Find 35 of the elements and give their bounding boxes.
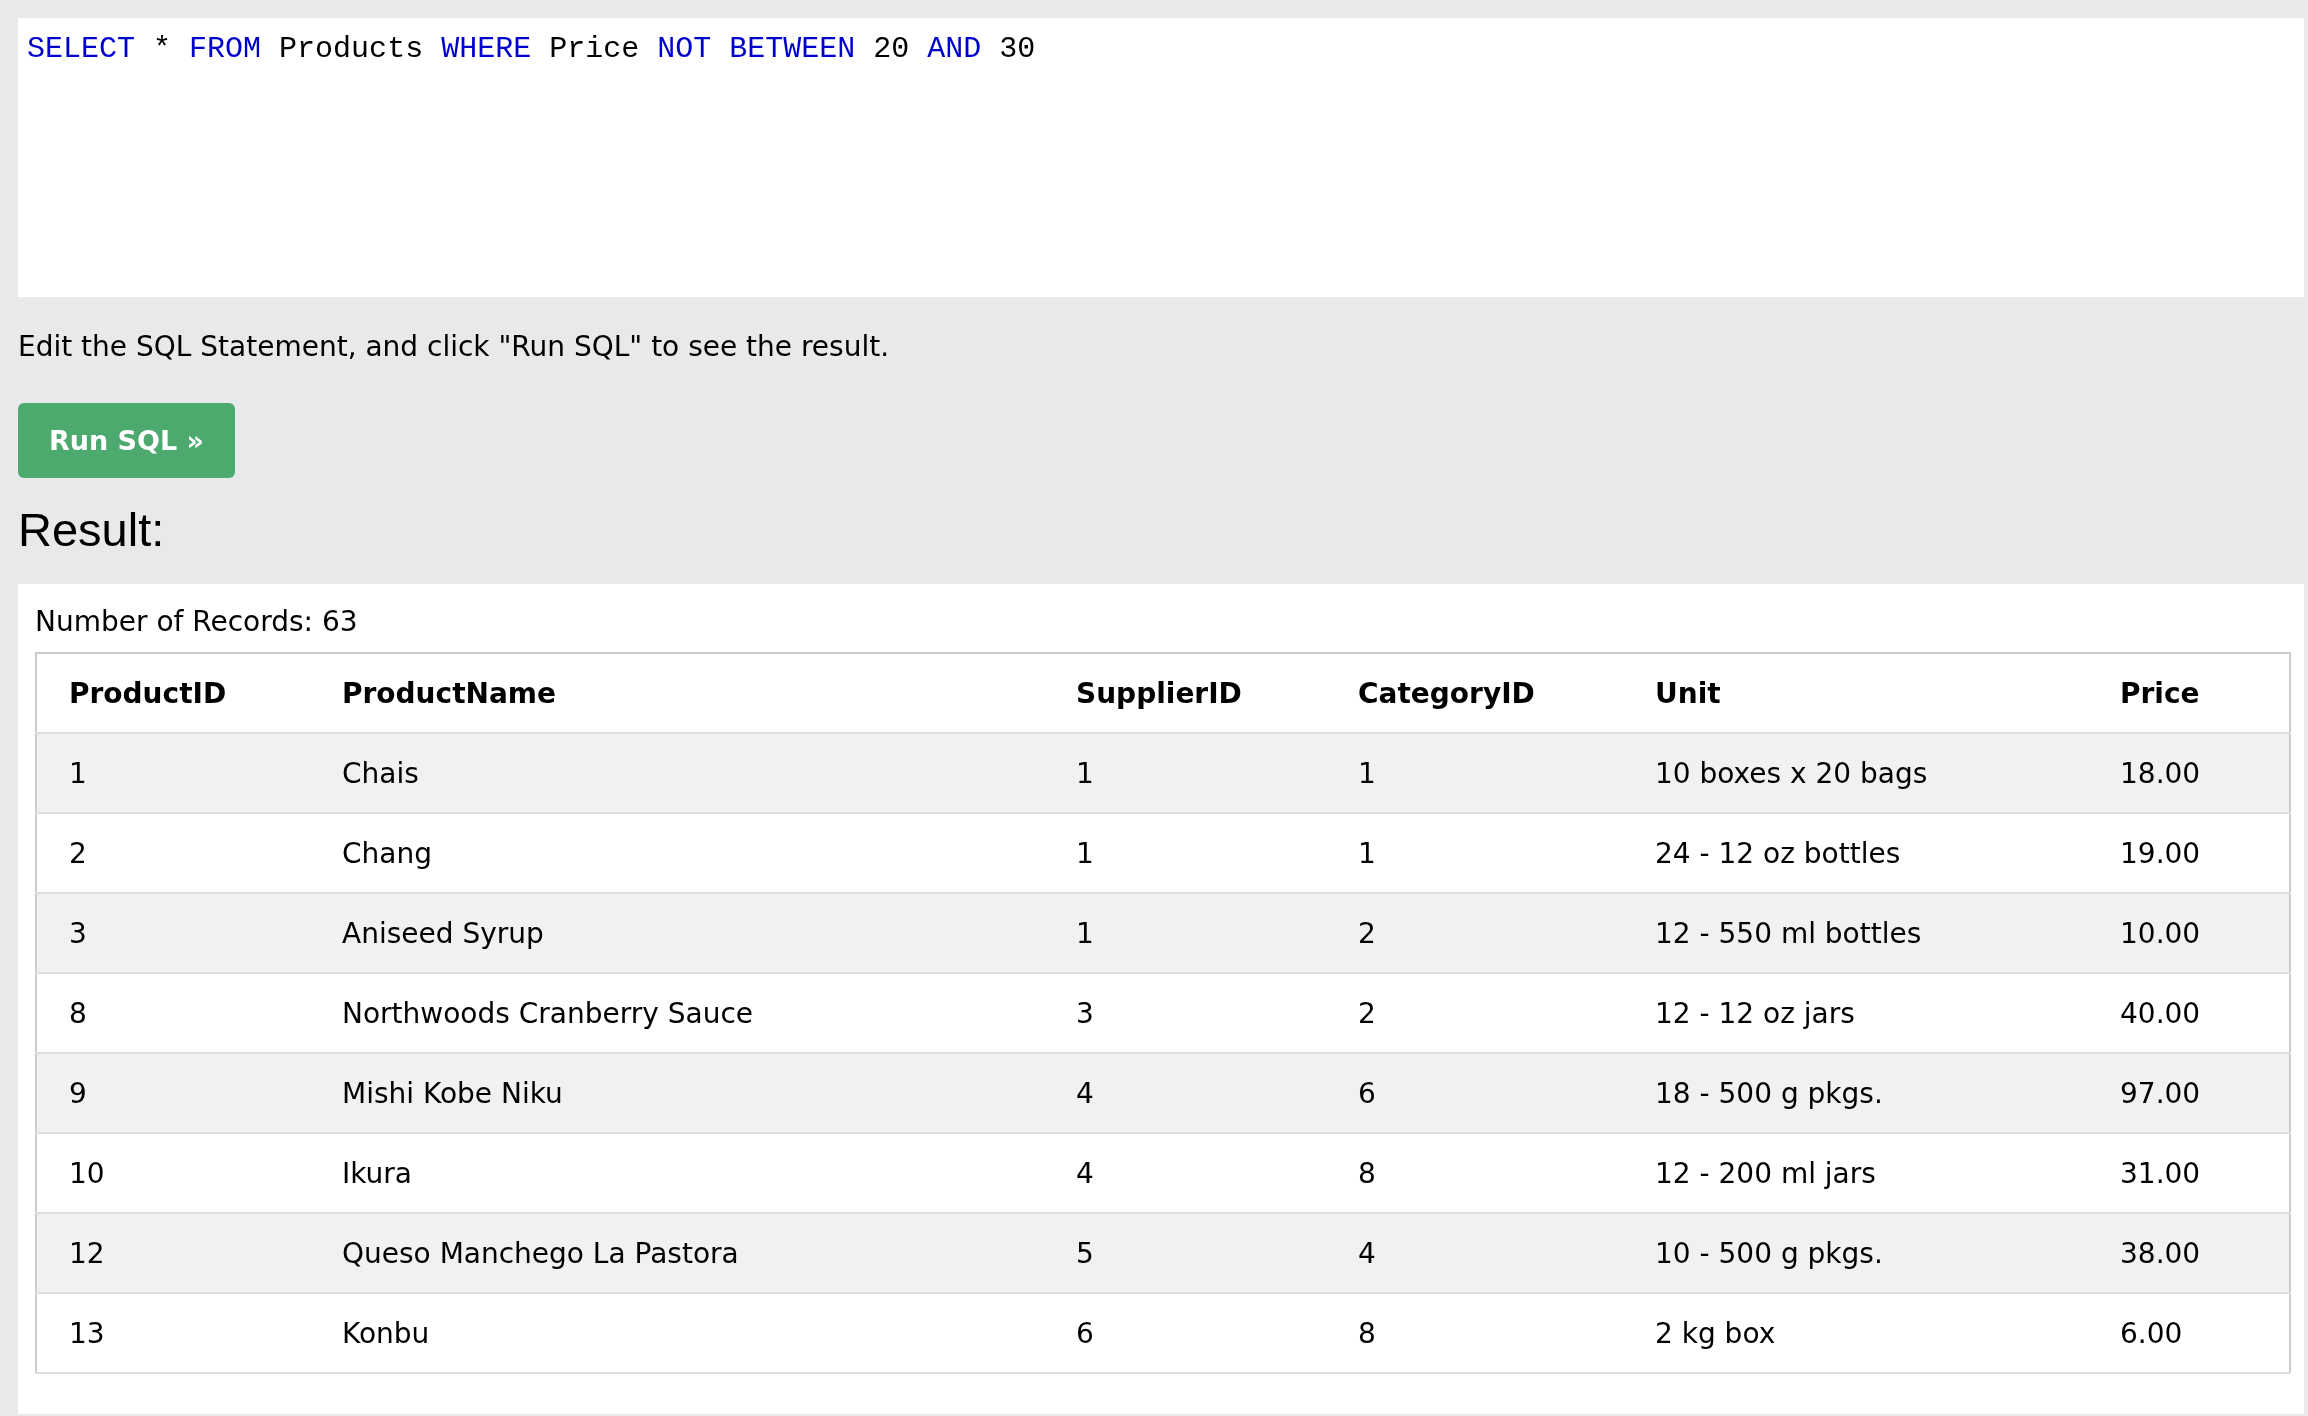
table-cell: Chais [310,733,1044,813]
table-cell: 18 - 500 g pkgs. [1623,1053,2088,1133]
table-cell: 13 [36,1293,310,1373]
table-cell: 3 [36,893,310,973]
table-cell: 4 [1326,1213,1623,1293]
table-cell: Konbu [310,1293,1044,1373]
table-cell: 38.00 [2088,1213,2290,1293]
table-cell: 10 boxes x 20 bags [1623,733,2088,813]
table-cell: 6 [1044,1293,1326,1373]
table-cell: 97.00 [2088,1053,2290,1133]
table-cell: 2 kg box [1623,1293,2088,1373]
table-cell: 2 [1326,893,1623,973]
table-cell: 18.00 [2088,733,2290,813]
table-cell: 1 [1044,893,1326,973]
table-cell: 6 [1326,1053,1623,1133]
table-cell: 12 [36,1213,310,1293]
table-cell: 1 [36,733,310,813]
table-cell: 10.00 [2088,893,2290,973]
table-cell: 1 [1044,733,1326,813]
table-cell: Queso Manchego La Pastora [310,1213,1044,1293]
table-cell: 1 [1326,733,1623,813]
table-cell: 9 [36,1053,310,1133]
sql-code: SELECT * FROM Products WHERE Price NOT BETWEEN 20 AND 30 [27,32,1036,66]
instruction-text: Edit the SQL Statement, and click "Run SQL" to see the result. [18,329,890,365]
table-cell: 8 [1326,1293,1623,1373]
result-heading: Result: [18,502,165,558]
table-cell: Mishi Kobe Niku [310,1053,1044,1133]
table-cell: 12 - 550 ml bottles [1623,893,2088,973]
record-count: Number of Records: 63 [35,604,358,640]
table-cell: 4 [1044,1053,1326,1133]
table-cell: 6.00 [2088,1293,2290,1373]
table-cell: 10 - 500 g pkgs. [1623,1213,2088,1293]
sql-editor[interactable]: SELECT * FROM Products WHERE Price NOT BETWEEN 20 AND 30 [18,18,2304,297]
table-cell: Aniseed Syrup [310,893,1044,973]
table-cell: 5 [1044,1213,1326,1293]
